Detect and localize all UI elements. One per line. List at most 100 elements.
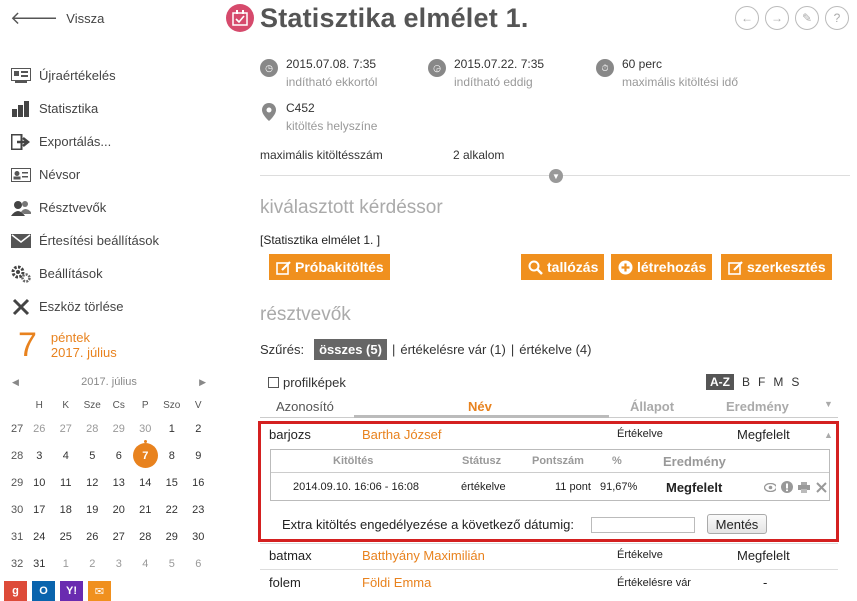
calendar-day[interactable]: 3	[26, 442, 53, 469]
yahoo-icon[interactable]: Y!	[60, 581, 83, 601]
calendar-day[interactable]: 15	[159, 469, 186, 496]
calendar-day[interactable]: 31	[26, 550, 53, 577]
calendar-prev-icon[interactable]: ◀	[12, 377, 19, 388]
chevron-down-icon[interactable]: ▼	[824, 399, 833, 409]
calendar-day[interactable]: 4	[132, 550, 159, 577]
menu-item-notifications[interactable]: Értesítési beállítások	[10, 224, 159, 257]
calendar-day[interactable]: 27	[53, 415, 80, 442]
divider	[260, 569, 838, 570]
menu-item-participants[interactable]: Résztvevők	[10, 191, 159, 224]
calendar-day[interactable]: 5	[159, 550, 186, 577]
profile-images-toggle[interactable]: profilképek	[268, 375, 346, 390]
calendar-weekday-header: V	[194, 399, 202, 411]
row-id: folem	[269, 575, 301, 590]
calendar-day[interactable]: 1	[159, 415, 186, 442]
calendar-day[interactable]: 29	[159, 523, 186, 550]
column-name[interactable]: Név	[468, 399, 492, 414]
calendar-day[interactable]: 24	[26, 523, 53, 550]
chevron-down-icon[interactable]: ▼	[549, 169, 563, 183]
calendar-day[interactable]: 30	[185, 523, 212, 550]
calendar-day[interactable]: 14	[132, 469, 159, 496]
calendar-day[interactable]: 22	[159, 496, 186, 523]
sort-option[interactable]: A-Z	[706, 374, 734, 390]
menu-item-reevaluate[interactable]: Újraértékelés	[10, 59, 159, 92]
menu-item-roster[interactable]: Névsor	[10, 158, 159, 191]
sidebar: 🡐 Vissza Újraértékelés Statisztika Expor…	[0, 0, 222, 601]
calendar-day[interactable]: 27	[106, 523, 133, 550]
edit-circle-icon[interactable]: ✎	[795, 6, 819, 30]
calendar-day[interactable]: 9	[185, 442, 212, 469]
calendar-day[interactable]: 2	[79, 550, 106, 577]
calendar-day[interactable]: 26	[26, 415, 53, 442]
create-label: létrehozás	[637, 259, 707, 275]
sort-option[interactable]: M	[773, 375, 783, 389]
calendar-week-header	[4, 395, 26, 415]
calendar-day[interactable]: 11	[53, 469, 80, 496]
edit-label: szerkesztés	[747, 259, 826, 275]
row-name-link[interactable]: Földi Emma	[362, 575, 431, 590]
calendar-day[interactable]: 10	[26, 469, 53, 496]
calendar-week-number: 30	[11, 503, 24, 516]
column-id[interactable]: Azonosító	[276, 399, 334, 414]
menu-label: Értesítési beállítások	[39, 233, 159, 248]
calendar-day[interactable]: 21	[132, 496, 159, 523]
checkbox[interactable]	[268, 377, 279, 388]
search-icon	[527, 259, 543, 275]
sort-option[interactable]: B	[742, 375, 750, 389]
calendar-day[interactable]: 6	[106, 442, 133, 469]
calendar-day[interactable]: 20	[106, 496, 133, 523]
calendar-weekday-header: Cs	[112, 399, 125, 411]
calendar-day[interactable]: 30	[132, 415, 159, 442]
calendar-day[interactable]: 18	[53, 496, 80, 523]
calendar-day[interactable]: 4	[53, 442, 80, 469]
calendar-next-icon[interactable]: ▶	[199, 377, 206, 388]
calendar-day[interactable]: 19	[79, 496, 106, 523]
google-icon[interactable]: g	[4, 581, 27, 601]
row-name-link[interactable]: Batthyány Maximilián	[362, 548, 485, 563]
menu-item-delete[interactable]: Eszköz törlése	[10, 290, 159, 323]
calendar-day[interactable]: 25	[53, 523, 80, 550]
meta-duration-label: maximális kitöltési idő	[622, 75, 739, 89]
calendar-day[interactable]: 3	[106, 550, 133, 577]
menu-item-export[interactable]: Exportálás...	[10, 125, 159, 158]
column-result[interactable]: Eredmény	[726, 399, 789, 414]
calendar-day[interactable]: 23	[185, 496, 212, 523]
filter-done[interactable]: értékelve (4)	[519, 342, 591, 357]
calendar-day[interactable]: 13	[106, 469, 133, 496]
menu-item-statistics[interactable]: Statisztika	[10, 92, 159, 125]
back-link[interactable]: 🡐 Vissza	[10, 9, 104, 27]
menu-item-settings[interactable]: Beállítások	[10, 257, 159, 290]
calendar-month-label: 2017. július	[81, 376, 137, 388]
create-button[interactable]: létrehozás	[611, 254, 713, 280]
calendar-day[interactable]: 16	[185, 469, 212, 496]
calendar-day[interactable]: 5	[79, 442, 106, 469]
browse-button[interactable]: tallózás	[521, 254, 605, 280]
calendar-day-selected[interactable]: 7	[132, 440, 159, 469]
calendar-day[interactable]: 8	[159, 442, 186, 469]
arrow-left-circle-icon[interactable]: ←	[735, 6, 759, 30]
sort-option[interactable]: S	[791, 375, 799, 389]
calendar-day[interactable]: 28	[132, 523, 159, 550]
calendar-day[interactable]: 26	[79, 523, 106, 550]
edit-button[interactable]: szerkesztés	[721, 254, 832, 280]
id-card-icon	[10, 167, 32, 183]
help-circle-icon[interactable]: ?	[825, 6, 849, 30]
arrow-right-circle-icon[interactable]: →	[765, 6, 789, 30]
mail-icon[interactable]: ✉	[88, 581, 111, 601]
calendar-day[interactable]: 1	[53, 550, 80, 577]
filter-all[interactable]: összes (5)	[314, 339, 387, 360]
sort-option[interactable]: F	[758, 375, 765, 389]
calendar-day[interactable]: 29	[106, 415, 133, 442]
column-status[interactable]: Állapot	[630, 399, 674, 414]
active-sort-indicator	[354, 415, 609, 418]
calendar-day[interactable]: 2	[185, 415, 212, 442]
calendar-day[interactable]: 12	[79, 469, 106, 496]
calendar-day[interactable]: 28	[79, 415, 106, 442]
calendar-day[interactable]: 6	[185, 550, 212, 577]
outlook-icon[interactable]: O	[32, 581, 55, 601]
filter-waiting[interactable]: értékelésre vár (1)	[400, 342, 505, 357]
today-date: 2017. július	[50, 345, 117, 360]
calendar-day[interactable]: 17	[26, 496, 53, 523]
trial-fill-button[interactable]: Próbakitöltés	[269, 254, 390, 280]
calendar-week-number: 31	[11, 530, 24, 543]
